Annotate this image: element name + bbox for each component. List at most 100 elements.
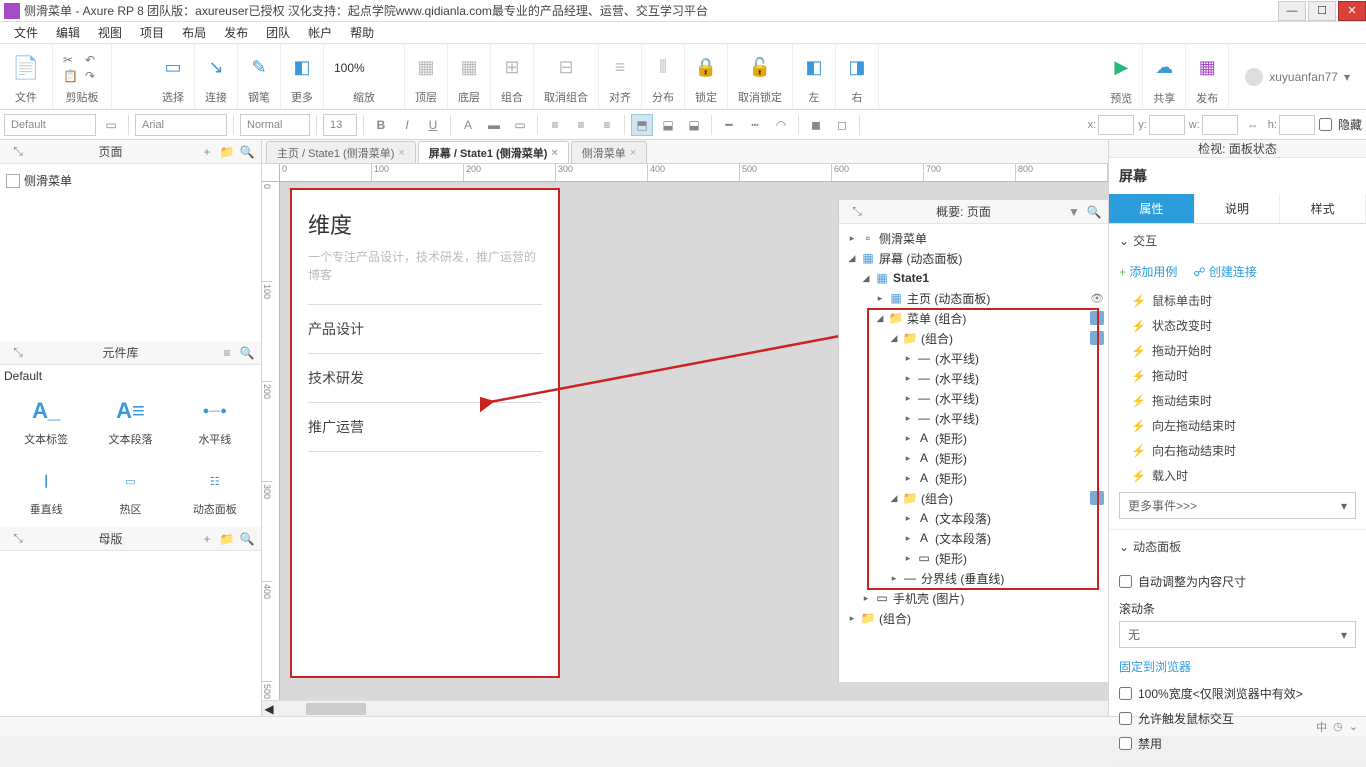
- widget-lib-select[interactable]: Default: [4, 369, 257, 383]
- weight-select[interactable]: Normal: [240, 114, 310, 136]
- outline-row[interactable]: ◢📁菜单 (组合): [843, 308, 1104, 328]
- menu-publish[interactable]: 发布: [216, 22, 256, 43]
- tab-properties[interactable]: 属性: [1109, 194, 1195, 223]
- search-icon[interactable]: 🔍: [239, 531, 255, 547]
- redo-icon[interactable]: ↷: [85, 69, 101, 83]
- hidden-checkbox[interactable]: 隐藏: [1319, 112, 1362, 137]
- align-right-text-icon[interactable]: ≡: [596, 114, 618, 136]
- event-row[interactable]: ⚡拖动时: [1131, 363, 1356, 388]
- font-select[interactable]: Arial: [135, 114, 227, 136]
- artboard[interactable]: 维度 一个专注产品设计，技术研发，推广运营的博客 产品设计 技术研发 推广运营: [290, 188, 560, 678]
- inner-shadow-icon[interactable]: ◻: [831, 114, 853, 136]
- text-color-icon[interactable]: A: [457, 114, 479, 136]
- outline-row[interactable]: ▸A(文本段落): [843, 508, 1104, 528]
- add-case-link[interactable]: + 添加用例: [1119, 263, 1177, 280]
- tab-2[interactable]: 侧滑菜单×: [571, 141, 647, 163]
- undo-icon[interactable]: ↶: [85, 53, 101, 67]
- outline-row[interactable]: ▸▭(矩形): [843, 548, 1104, 568]
- minimize-button[interactable]: —: [1278, 1, 1306, 21]
- pin-icon[interactable]: ⤡: [10, 144, 26, 160]
- pen-icon[interactable]: ✎: [248, 57, 270, 79]
- back-icon[interactable]: ▦: [458, 57, 480, 79]
- event-row[interactable]: ⚡鼠标单击时: [1131, 288, 1356, 313]
- menu-file[interactable]: 文件: [6, 22, 46, 43]
- add-folder-icon[interactable]: 📁: [219, 531, 235, 547]
- canvas-subtitle[interactable]: 一个专注产品设计，技术研发，推广运营的博客: [308, 248, 542, 284]
- new-file-icon[interactable]: 📄: [10, 52, 42, 84]
- menu-team[interactable]: 团队: [258, 22, 298, 43]
- border-width-icon[interactable]: ━: [718, 114, 740, 136]
- underline-button[interactable]: U: [422, 114, 444, 136]
- event-row[interactable]: ⚡向左拖动结束时: [1131, 413, 1356, 438]
- widget-paragraph[interactable]: A≡文本段落: [88, 397, 172, 447]
- event-row[interactable]: ⚡拖动结束时: [1131, 388, 1356, 413]
- outline-row[interactable]: ▸▦主页 (动态面板)👁: [843, 288, 1104, 308]
- outline-row[interactable]: ▸A(文本段落): [843, 528, 1104, 548]
- outline-row[interactable]: ▸—(水平线): [843, 408, 1104, 428]
- cut-icon[interactable]: ✂: [63, 53, 79, 67]
- select-icon[interactable]: ▭: [162, 57, 184, 79]
- valign-top-icon[interactable]: ⬒: [631, 114, 653, 136]
- outline-row[interactable]: ◢📁(组合): [843, 488, 1104, 508]
- tab-0[interactable]: 主页 / State1 (侧滑菜单)×: [266, 141, 416, 163]
- widget-vline[interactable]: ┃垂直线: [4, 467, 88, 517]
- publish-icon[interactable]: ▦: [1196, 57, 1218, 79]
- section-interactions[interactable]: ⌄交互: [1109, 224, 1366, 257]
- outline-row[interactable]: ▸A(矩形): [843, 448, 1104, 468]
- autofit-checkbox[interactable]: 自动调整为内容尺寸: [1119, 569, 1356, 594]
- close-icon[interactable]: ×: [630, 147, 636, 159]
- close-icon[interactable]: ×: [551, 147, 557, 159]
- pin-icon[interactable]: ⤡: [10, 345, 26, 361]
- outline-row[interactable]: ▸—(水平线): [843, 348, 1104, 368]
- menu-edit[interactable]: 编辑: [48, 22, 88, 43]
- widget-text-label[interactable]: A_文本标签: [4, 397, 88, 447]
- y-input[interactable]: [1149, 115, 1185, 135]
- widget-hotspot[interactable]: ▭热区: [88, 467, 172, 517]
- menu-item[interactable]: 产品设计: [308, 304, 542, 353]
- h-input[interactable]: [1279, 115, 1315, 135]
- italic-button[interactable]: I: [396, 114, 418, 136]
- align-right-icon[interactable]: ◨: [846, 57, 868, 79]
- menu-project[interactable]: 项目: [132, 22, 172, 43]
- scrollbar-h[interactable]: ◀: [262, 700, 1108, 716]
- x-input[interactable]: [1098, 115, 1134, 135]
- event-row[interactable]: ⚡载入时: [1131, 463, 1356, 488]
- more-icon[interactable]: ◧: [291, 57, 313, 79]
- outline-row[interactable]: ▸A(矩形): [843, 428, 1104, 448]
- shadow-icon[interactable]: ◼: [805, 114, 827, 136]
- fill-color-icon[interactable]: ▬: [483, 114, 505, 136]
- widget-dynamic-panel[interactable]: ☷动态面板: [173, 467, 257, 517]
- zoom-select[interactable]: 100%: [334, 61, 394, 75]
- outline-row[interactable]: ▸—(水平线): [843, 388, 1104, 408]
- scroll-select[interactable]: 无▾: [1119, 621, 1356, 648]
- search-icon[interactable]: 🔍: [1086, 204, 1102, 220]
- pin-browser-link[interactable]: 固定到浏览器: [1119, 660, 1191, 674]
- align-left-text-icon[interactable]: ≡: [544, 114, 566, 136]
- valign-bot-icon[interactable]: ⬓: [683, 114, 705, 136]
- front-icon[interactable]: ▦: [415, 57, 437, 79]
- style-select[interactable]: Default: [4, 114, 96, 136]
- outline-row[interactable]: ▸—(水平线): [843, 368, 1104, 388]
- lock-icon[interactable]: 🔒: [695, 57, 717, 79]
- share-icon[interactable]: ☁: [1153, 57, 1175, 79]
- outline-row[interactable]: ▸📁(组合): [843, 608, 1104, 628]
- connect-icon[interactable]: ↘: [205, 57, 227, 79]
- page-node[interactable]: 侧滑菜单: [6, 170, 255, 191]
- border-style-icon[interactable]: ┅: [744, 114, 766, 136]
- close-icon[interactable]: ×: [398, 147, 404, 159]
- search-icon[interactable]: 🔍: [239, 144, 255, 160]
- menu-help[interactable]: 帮助: [342, 22, 382, 43]
- w-input[interactable]: [1202, 115, 1238, 135]
- corner-icon[interactable]: ◠: [770, 114, 792, 136]
- align-left-icon[interactable]: ◧: [803, 57, 825, 79]
- menu-view[interactable]: 视图: [90, 22, 130, 43]
- outline-row[interactable]: ◢▦屏幕 (动态面板): [843, 248, 1104, 268]
- menu-icon[interactable]: ≡: [219, 345, 235, 361]
- add-folder-icon[interactable]: 📁: [219, 144, 235, 160]
- group-icon[interactable]: ⊞: [501, 57, 523, 79]
- style-picker-icon[interactable]: ▭: [100, 114, 122, 136]
- border-color-icon[interactable]: ▭: [509, 114, 531, 136]
- canvas-title[interactable]: 维度: [308, 208, 542, 240]
- search-icon[interactable]: 🔍: [239, 345, 255, 361]
- lang-icon[interactable]: 中: [1316, 719, 1327, 735]
